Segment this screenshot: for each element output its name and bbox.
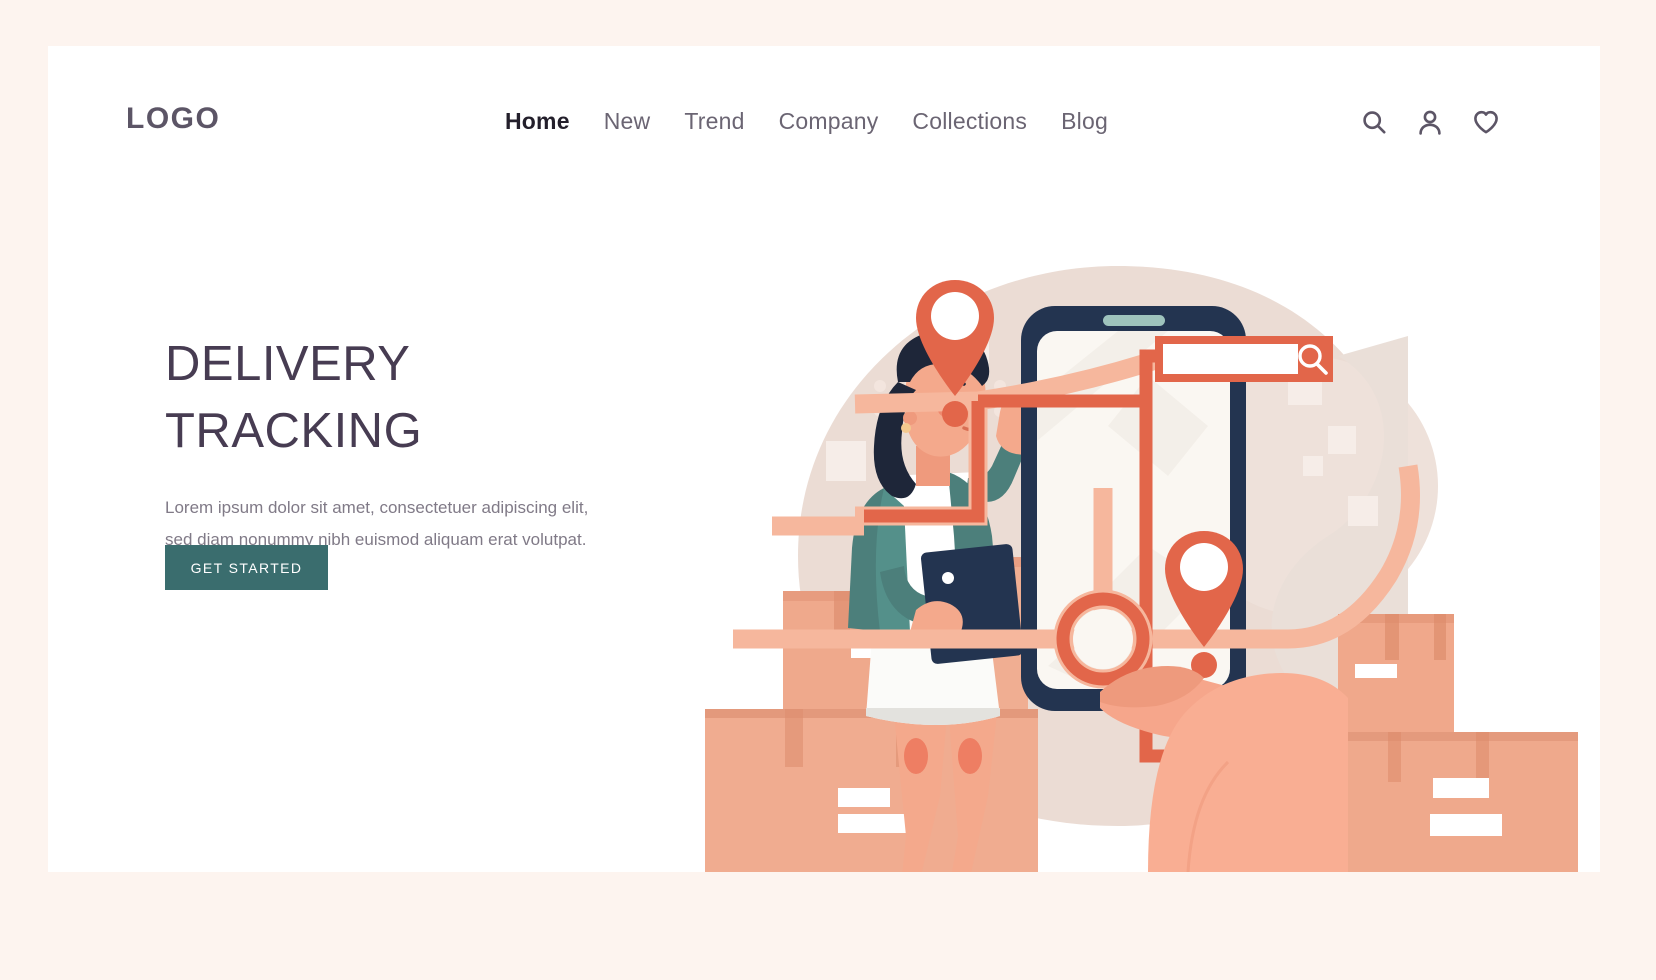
nav-item-blog[interactable]: Blog bbox=[1059, 106, 1110, 137]
delivery-tracking-illustration bbox=[648, 196, 1600, 872]
logo[interactable]: LOGO bbox=[126, 102, 220, 136]
map-search-input[interactable] bbox=[1163, 344, 1298, 374]
heart-icon[interactable] bbox=[1472, 108, 1500, 136]
phone-speaker bbox=[1103, 315, 1165, 326]
page-title-line-2: TRACKING bbox=[165, 404, 423, 458]
illustration-svg bbox=[705, 266, 1578, 872]
hero-text-block: DELIVERY TRACKING Lorem ipsum dolor sit … bbox=[165, 331, 685, 556]
map-search-bar[interactable] bbox=[1155, 336, 1333, 382]
search-icon[interactable] bbox=[1360, 108, 1388, 136]
site-header: LOGO Home New Trend Company Collections … bbox=[48, 46, 1600, 206]
page-title-line-1: DELIVERY bbox=[165, 337, 411, 391]
page-title: DELIVERY TRACKING bbox=[165, 331, 685, 465]
main-navigation: Home New Trend Company Collections Blog bbox=[503, 106, 1110, 137]
nav-item-trend[interactable]: Trend bbox=[682, 106, 746, 137]
nav-item-home[interactable]: Home bbox=[503, 106, 572, 137]
user-icon[interactable] bbox=[1416, 108, 1444, 136]
nav-item-new[interactable]: New bbox=[602, 106, 653, 137]
get-started-button[interactable]: GET STARTED bbox=[165, 545, 328, 590]
nav-item-company[interactable]: Company bbox=[777, 106, 881, 137]
landing-page: LOGO Home New Trend Company Collections … bbox=[0, 0, 1656, 980]
nav-item-collections[interactable]: Collections bbox=[910, 106, 1029, 137]
content-card: LOGO Home New Trend Company Collections … bbox=[48, 46, 1600, 872]
header-actions bbox=[1360, 108, 1500, 136]
